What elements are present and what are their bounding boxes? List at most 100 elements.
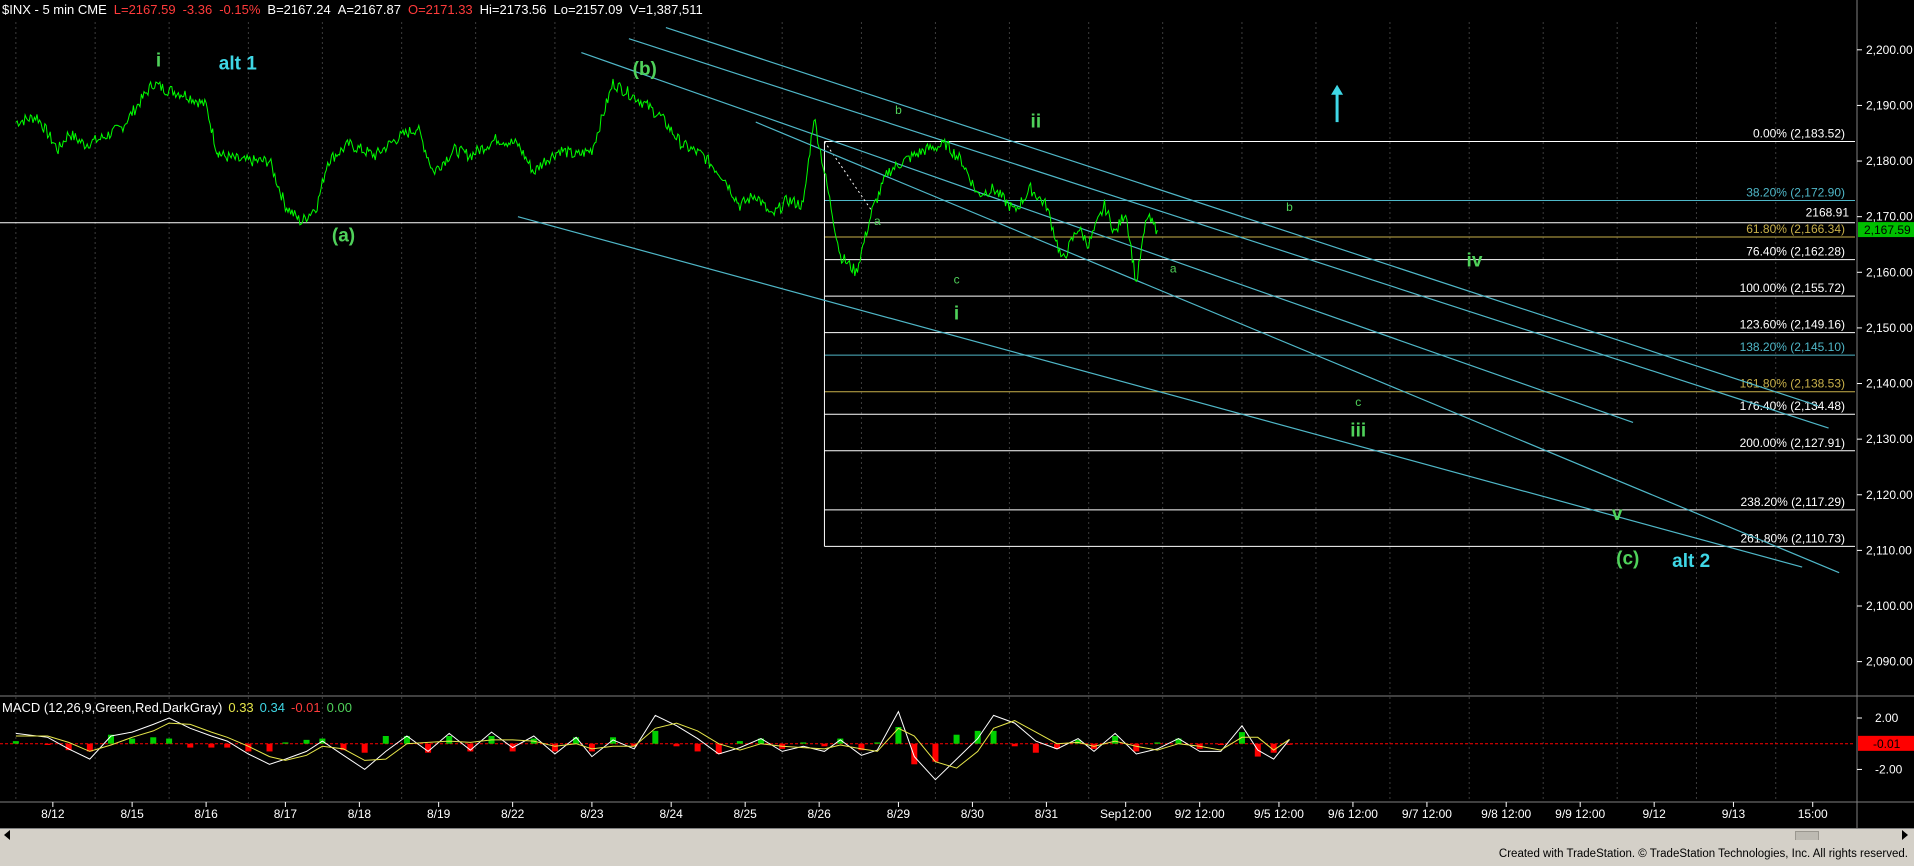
macd-histogram-bar	[821, 743, 828, 747]
macd-histogram-bar	[1032, 743, 1039, 753]
macd-y-tick-label: 2.00	[1875, 711, 1899, 725]
fib-label: 100.00% (2,155.72)	[1740, 281, 1845, 295]
channel-line	[581, 52, 1634, 424]
fib-label: 161.80% (2,138.53)	[1740, 377, 1845, 391]
y-tick-label: 2,170.00	[1866, 210, 1913, 224]
x-tick-label: 8/18	[348, 807, 372, 821]
macd-histogram-bar	[44, 743, 51, 745]
channel-line	[628, 38, 1829, 429]
wave-label: i	[156, 50, 161, 71]
symbol-name: $INX - 5 min CME	[2, 2, 107, 17]
macd-histogram-bar	[1217, 743, 1224, 745]
x-tick-label: 9/7 12:00	[1402, 807, 1452, 821]
macd-histogram-bar	[974, 730, 981, 744]
x-tick-label: 8/30	[961, 807, 985, 821]
fib-label: 138.20% (2,145.10)	[1740, 340, 1845, 354]
fib-label: 0.00% (2,183.52)	[1753, 126, 1845, 140]
macd-histogram-bar	[224, 743, 231, 748]
channel-line	[755, 121, 1840, 574]
wave-label: ii	[1031, 112, 1042, 133]
macd-histogram-bar	[361, 743, 368, 753]
wave-label: v	[1612, 504, 1623, 525]
macd-histogram-bar	[874, 742, 881, 744]
macd-histogram-bar	[911, 743, 918, 765]
macd-header: MACD (12,26,9,Green,Red,DarkGray) 0.33 0.3…	[2, 700, 358, 715]
macd-histogram-bar	[1238, 732, 1245, 744]
horizontal-reference-line: 2168.91	[0, 206, 1855, 224]
macd-label: MACD (12,26,9,Green,Red,DarkGray)	[2, 700, 223, 715]
y-tick-label: 2,100.00	[1866, 599, 1913, 613]
macd-histogram-bar	[187, 743, 194, 748]
session-gridlines	[15, 22, 1777, 800]
wave-label: (c)	[1616, 548, 1639, 569]
macd-histogram-bar	[1011, 743, 1018, 747]
x-tick-label: 8/23	[580, 807, 604, 821]
fibonacci-levels: 0.00% (2,183.52) 38.20% (2,172.90) 61.80% …	[823, 126, 1855, 547]
wave-label: a	[1170, 261, 1177, 275]
wave-label: iv	[1467, 251, 1483, 272]
macd-histogram-bar	[150, 737, 157, 744]
high-price: Hi=2173.56	[479, 2, 547, 17]
x-tick-label: 9/12	[1642, 807, 1666, 821]
x-tick-label: 8/25	[733, 807, 757, 821]
y-tick-label: 2,130.00	[1866, 432, 1913, 446]
fib-label: 61.80% (2,166.34)	[1746, 222, 1845, 236]
x-tick-label: 8/22	[501, 807, 525, 821]
macd-value: 0.33	[228, 700, 254, 715]
zero-value: 0.00	[326, 700, 352, 715]
macd-signal-line	[15, 720, 1290, 769]
wave-label: i	[954, 304, 959, 325]
x-tick-label: Sep12:00	[1100, 807, 1152, 821]
x-tick-label: 9/6 12:00	[1328, 807, 1378, 821]
open-price: O=2171.33	[407, 2, 473, 17]
y-tick-label: 2,140.00	[1866, 377, 1913, 391]
scroll-left-icon[interactable]	[4, 830, 10, 840]
macd-histogram-bar	[694, 743, 701, 752]
wave-label: b	[895, 103, 902, 117]
macd-histogram-bar	[673, 743, 680, 747]
x-tick-label: 8/16	[194, 807, 218, 821]
fib-label: 200.00% (2,127.91)	[1740, 436, 1845, 450]
volume: V=1,387,511	[629, 2, 703, 17]
macd-histogram-bar	[129, 738, 136, 744]
macd-histogram-bar	[736, 741, 743, 744]
price-chart: 0.00% (2,183.52) 38.20% (2,172.90) 61.80% …	[0, 0, 1914, 828]
wave-label: alt 2	[1672, 551, 1710, 572]
x-tick-label: 9/2 12:00	[1175, 807, 1225, 821]
y-tick-label: 2,160.00	[1866, 265, 1913, 279]
price-series	[15, 78, 1158, 283]
wave-label: a	[874, 214, 881, 228]
x-tick-label: 8/15	[120, 807, 144, 821]
macd-histogram-bar	[12, 741, 19, 744]
price-line	[15, 78, 1158, 283]
macd-histogram-bar	[800, 742, 807, 744]
symbol-header: $INX - 5 min CME L=2167.59 -3.36 -0.15% B=21…	[2, 2, 710, 18]
macd-histogram-bar	[588, 743, 595, 752]
wave-label: c	[954, 272, 960, 286]
macd-histogram-bar	[1133, 743, 1140, 752]
macd-histogram-bar	[208, 743, 215, 748]
wave-label: b	[1286, 200, 1293, 214]
macd-histogram-bar	[282, 742, 289, 744]
net-change: -3.36	[182, 2, 213, 17]
wave-labels: i alt 1(a)(b)abciiiabivciiiv(c) alt 2	[156, 50, 1710, 572]
macd-histogram-bar	[266, 743, 273, 752]
channel-line	[665, 26, 1819, 407]
y-tick-label: 2,150.00	[1866, 321, 1913, 335]
signal-value: 0.34	[259, 700, 285, 715]
y-tick-label: 2,200.00	[1866, 43, 1913, 57]
y-tick-label: 2,120.00	[1866, 488, 1913, 502]
wave-label: (a)	[332, 226, 355, 247]
low-price: Lo=2157.09	[553, 2, 623, 17]
scroll-right-icon[interactable]	[1902, 830, 1908, 840]
last-price-label: 2,167.59	[1864, 223, 1911, 237]
wave-label: alt 1	[219, 53, 257, 74]
macd-histogram-bar	[382, 736, 389, 744]
last-price: L=2167.59	[113, 2, 176, 17]
macd-histogram-bar	[990, 730, 997, 744]
fib-label: 176.40% (2,134.48)	[1740, 399, 1845, 413]
fib-label: 238.20% (2,117.29)	[1740, 495, 1845, 509]
wave-label: iii	[1350, 420, 1366, 441]
macd-y-tick-label: -2.00	[1875, 762, 1903, 776]
horizontal-line-label: 2168.91	[1806, 206, 1850, 220]
